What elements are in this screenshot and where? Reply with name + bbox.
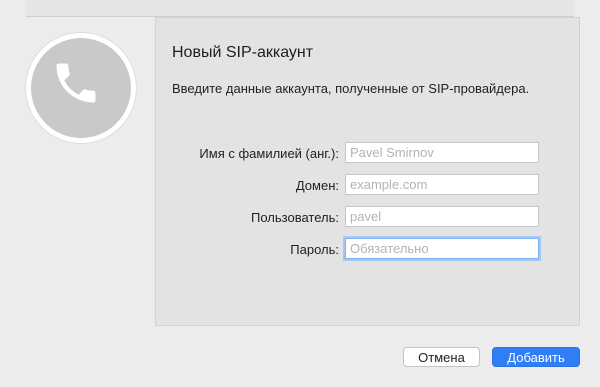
form-row-password: Пароль:: [156, 238, 581, 260]
sip-account-form-panel: Новый SIP-аккаунт Введите данные аккаунт…: [155, 17, 580, 326]
previous-panel-edge: [26, 0, 574, 17]
form-row-domain: Домен:: [156, 174, 581, 196]
avatar: [26, 33, 136, 143]
username-label: Пользователь:: [251, 210, 339, 225]
password-input[interactable]: [345, 238, 539, 259]
cancel-button[interactable]: Отмена: [403, 347, 480, 367]
add-button[interactable]: Добавить: [492, 347, 580, 367]
form-row-full-name: Имя с фамилией (анг.):: [156, 142, 581, 164]
dialog-subtitle: Введите данные аккаунта, полученные от S…: [172, 81, 530, 96]
username-input[interactable]: [345, 206, 539, 227]
window-top-edge: [0, 0, 600, 17]
full-name-input[interactable]: [345, 142, 539, 163]
dialog-title: Новый SIP-аккаунт: [172, 44, 314, 61]
domain-label: Домен:: [295, 178, 339, 193]
full-name-label: Имя с фамилией (анг.):: [199, 146, 339, 161]
form-row-username: Пользователь:: [156, 206, 581, 228]
domain-input[interactable]: [345, 174, 539, 195]
phone-icon: [56, 63, 96, 103]
password-label: Пароль:: [290, 242, 339, 257]
